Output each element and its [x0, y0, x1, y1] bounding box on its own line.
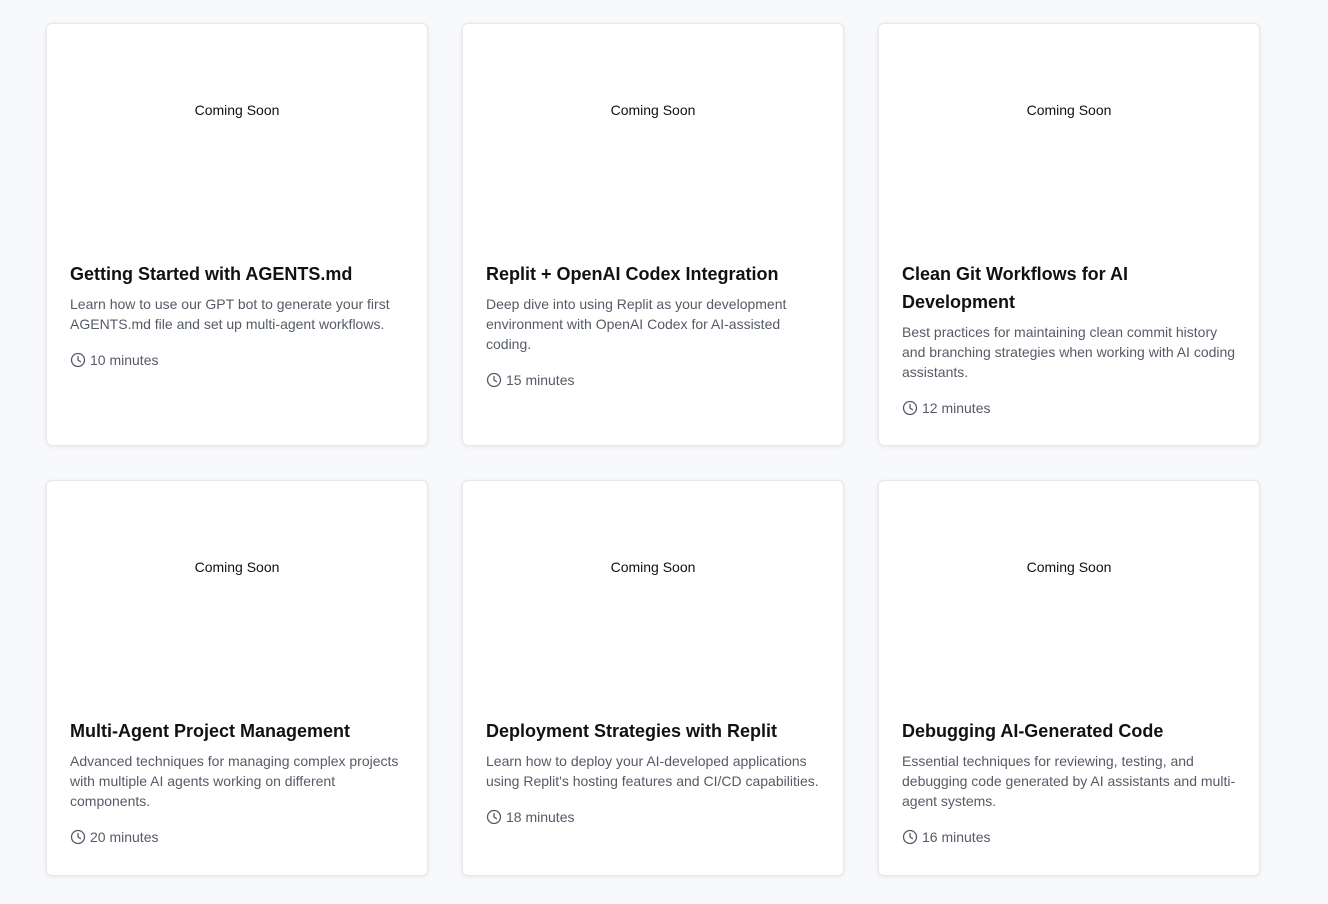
clock-icon	[486, 372, 502, 388]
tutorial-card[interactable]: Coming Soon Clean Git Workflows for AI D…	[878, 23, 1260, 446]
coming-soon-label: Coming Soon	[194, 102, 280, 118]
card-description: Advanced techniques for managing complex…	[70, 753, 399, 809]
duration-text: 18 minutes	[506, 809, 575, 825]
card-duration: 18 minutes	[486, 809, 820, 825]
card-duration: 20 minutes	[70, 829, 404, 845]
tutorial-card[interactable]: Coming Soon Replit + OpenAI Codex Integr…	[462, 23, 844, 446]
coming-soon-label: Coming Soon	[1026, 559, 1112, 575]
card-title[interactable]: Debugging AI-Generated Code	[902, 717, 1236, 745]
card-description: Essential techniques for reviewing, test…	[902, 753, 1236, 809]
coming-soon-label: Coming Soon	[194, 559, 280, 575]
card-duration: 16 minutes	[902, 829, 1236, 845]
card-title[interactable]: Clean Git Workflows for AI Development	[902, 260, 1236, 316]
card-title[interactable]: Replit + OpenAI Codex Integration	[486, 260, 820, 288]
clock-icon	[902, 829, 918, 845]
card-thumbnail: Coming Soon	[47, 24, 427, 246]
tutorial-card[interactable]: Coming Soon Multi-Agent Project Manageme…	[46, 480, 428, 876]
clock-icon	[486, 809, 502, 825]
card-title[interactable]: Getting Started with AGENTS.md	[70, 260, 404, 288]
clock-icon	[70, 352, 86, 368]
card-title[interactable]: Multi-Agent Project Management	[70, 717, 404, 745]
tutorial-grid: Coming Soon Getting Started with AGENTS.…	[46, 23, 1260, 876]
duration-text: 16 minutes	[922, 829, 991, 845]
card-thumbnail: Coming Soon	[879, 24, 1259, 246]
card-thumbnail: Coming Soon	[463, 24, 843, 246]
tutorial-card[interactable]: Coming Soon Getting Started with AGENTS.…	[46, 23, 428, 446]
card-duration: 10 minutes	[70, 352, 404, 368]
card-duration: 12 minutes	[902, 400, 1236, 416]
tutorial-card[interactable]: Coming Soon Deployment Strategies with R…	[462, 480, 844, 876]
card-title[interactable]: Deployment Strategies with Replit	[486, 717, 820, 745]
coming-soon-label: Coming Soon	[610, 559, 696, 575]
card-description: Best practices for maintaining clean com…	[902, 324, 1236, 380]
card-description: Deep dive into using Replit as your deve…	[486, 296, 787, 352]
clock-icon	[902, 400, 918, 416]
duration-text: 10 minutes	[90, 352, 159, 368]
card-duration: 15 minutes	[486, 372, 820, 388]
tutorial-card[interactable]: Coming Soon Debugging AI-Generated Code …	[878, 480, 1260, 876]
card-description: Learn how to deploy your AI-developed ap…	[486, 753, 819, 789]
card-thumbnail: Coming Soon	[463, 481, 843, 703]
coming-soon-label: Coming Soon	[610, 102, 696, 118]
duration-text: 15 minutes	[506, 372, 575, 388]
duration-text: 20 minutes	[90, 829, 159, 845]
card-thumbnail: Coming Soon	[879, 481, 1259, 703]
coming-soon-label: Coming Soon	[1026, 102, 1112, 118]
card-description: Learn how to use our GPT bot to generate…	[70, 296, 390, 332]
duration-text: 12 minutes	[922, 400, 991, 416]
card-thumbnail: Coming Soon	[47, 481, 427, 703]
clock-icon	[70, 829, 86, 845]
